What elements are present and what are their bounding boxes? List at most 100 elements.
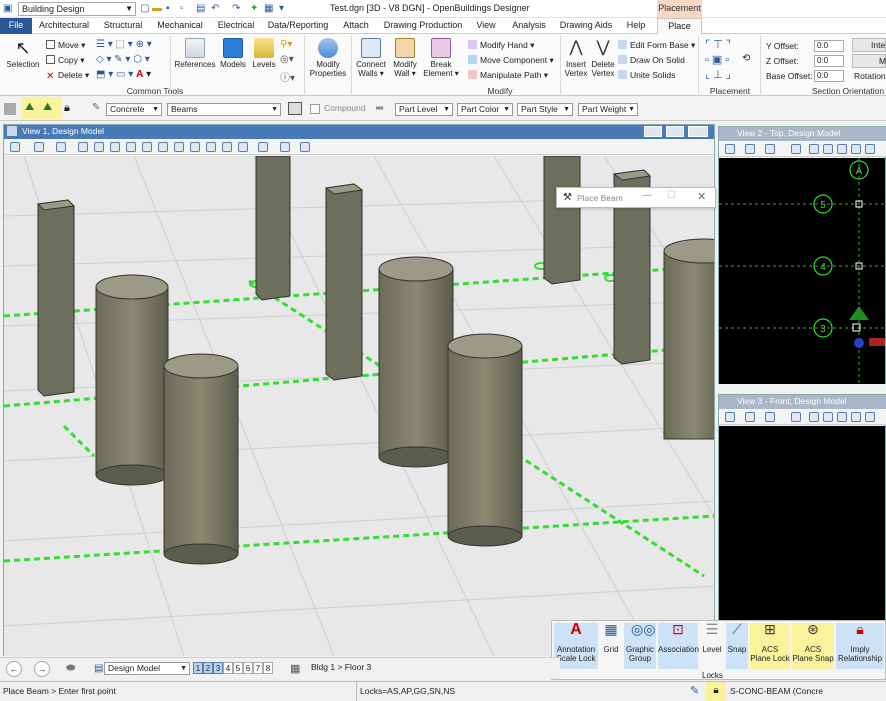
view3-canvas[interactable] — [719, 426, 885, 620]
element-tools-row1[interactable]: ☰ ▾ ⬚ ▾ ⊕ ▾ — [96, 39, 152, 50]
modify-wall-button[interactable]: Modify Wall ▾ — [390, 38, 420, 78]
tab-view[interactable]: View — [472, 18, 500, 34]
print-preview-icon[interactable]: ▫ — [180, 3, 184, 14]
update-view-icon[interactable] — [791, 144, 801, 154]
part-weight-dropdown[interactable]: Part Weight ▼ — [578, 103, 638, 116]
active-level[interactable]: S-CONC-BEAM (Concre — [730, 686, 823, 696]
fit-view-icon[interactable] — [851, 412, 861, 422]
redo-icon[interactable]: ↷ — [232, 3, 240, 14]
display-style-icon[interactable] — [34, 142, 44, 152]
grid-lock-button[interactable]: ▦ Grid — [600, 622, 622, 669]
view2-canvas[interactable]: A 5 4 3 — [719, 158, 885, 384]
z-offset-field[interactable]: 0:0 — [814, 55, 844, 67]
delete-button[interactable]: ✕ Delete ▾ — [46, 70, 89, 82]
manipulate-path-button[interactable]: Manipulate Path ▾ — [468, 70, 548, 81]
floor-selector[interactable]: Bldg 1 > Floor 3 — [308, 662, 438, 675]
print-icon[interactable]: ▦ — [264, 3, 273, 14]
copy-button[interactable]: Copy ▾ — [46, 55, 84, 66]
brightness-icon[interactable] — [765, 144, 775, 154]
connect-walls-button[interactable]: Connect Walls ▾ — [354, 38, 388, 78]
info-icon[interactable]: ⓘ▾ — [280, 69, 295, 84]
acs-plane-snap-button[interactable]: ⊛ ACS Plane Snap — [792, 622, 834, 669]
place-beam-dialog[interactable]: ⚒ Place Beam — ☐ ✕ — [556, 187, 716, 208]
clip-volume-icon[interactable] — [258, 142, 268, 152]
tab-electrical[interactable]: Electrical — [214, 18, 258, 34]
association-lock-button[interactable]: ⊡ Association — [658, 622, 699, 669]
fit-view-icon[interactable] — [851, 144, 861, 154]
compound-checkbox[interactable] — [310, 104, 320, 114]
annotation-scale-lock-button[interactable]: A Annotation Scale Lock — [554, 622, 598, 669]
acs-plane-lock-button[interactable]: ⊞ ACS Plane Lock — [750, 622, 790, 669]
tab-drawing-aids[interactable]: Drawing Aids — [558, 18, 614, 34]
view-button-8[interactable]: 8 — [263, 662, 273, 674]
view-next-icon[interactable] — [222, 142, 232, 152]
material-dropdown[interactable]: Concrete ▼ — [106, 103, 162, 116]
display-style-icon[interactable] — [745, 412, 755, 422]
dialog-minimize-button[interactable]: — — [642, 190, 652, 201]
zoom-in-icon[interactable] — [809, 144, 819, 154]
view-button-3[interactable]: 3 — [213, 662, 223, 674]
view-button-6[interactable]: 6 — [243, 662, 253, 674]
customize-icon[interactable]: ▾ — [279, 3, 284, 14]
tab-file[interactable]: File — [0, 18, 32, 34]
modify-hand-button[interactable]: Modify Hand ▾ — [468, 40, 534, 51]
brightness-icon[interactable] — [56, 142, 66, 152]
camera-icon[interactable] — [300, 142, 310, 152]
tab-place[interactable]: Place — [657, 18, 702, 34]
window-area-icon[interactable] — [837, 144, 847, 154]
minimize-button[interactable] — [644, 126, 662, 137]
pin-icon[interactable]: ✦ — [250, 3, 258, 14]
placement-justification-row2[interactable]: ▫▣▫ — [705, 53, 732, 66]
view-button-1[interactable]: 1 — [193, 662, 203, 674]
references-button[interactable]: References — [174, 38, 216, 69]
view-attributes-icon[interactable] — [725, 144, 735, 154]
save-icon[interactable]: ▪ — [166, 3, 170, 14]
model-dropdown[interactable]: Design Model ▼ — [104, 662, 190, 675]
delete-vertex-button[interactable]: ⋁ Delete Vertex — [590, 38, 616, 78]
update-view-icon[interactable] — [791, 412, 801, 422]
view-attributes-icon[interactable] — [725, 412, 735, 422]
zoom-out-icon[interactable] — [823, 144, 833, 154]
level-lock-button[interactable]: ☰ Level — [700, 622, 724, 669]
unite-solids-button[interactable]: Unite Solids — [618, 70, 675, 80]
edit-form-base-button[interactable]: Edit Form Base ▾ — [618, 40, 695, 51]
forward-button[interactable]: → — [34, 661, 50, 677]
placement-justification-row3[interactable]: ⌞⊥⌟ — [705, 68, 734, 81]
tab-structural[interactable]: Structural — [100, 18, 146, 34]
zoom-in-icon[interactable] — [809, 412, 819, 422]
close-button[interactable] — [688, 126, 708, 137]
copy-view-icon[interactable] — [238, 142, 248, 152]
view-button-2[interactable]: 2 — [203, 662, 213, 674]
place-mode-toggle[interactable]: ⛰ ⛰ — [22, 97, 62, 119]
lock-toggle-icon[interactable]: 🔒︎ — [706, 682, 726, 701]
family-dropdown[interactable]: Beams ▼ — [167, 103, 281, 116]
dialog-close-button[interactable]: ✕ — [697, 190, 706, 203]
break-element-button[interactable]: Break Element ▾ — [422, 38, 460, 78]
view-previous-icon[interactable] — [206, 142, 216, 152]
rotate-view-icon[interactable] — [158, 142, 168, 152]
tab-architectural[interactable]: Architectural — [36, 18, 92, 34]
tab-help[interactable]: Help — [622, 18, 650, 34]
clip-mask-icon[interactable] — [280, 142, 290, 152]
update-view-icon[interactable] — [78, 142, 88, 152]
fit-view-icon[interactable] — [142, 142, 152, 152]
part-icon[interactable] — [288, 102, 302, 115]
brightness-icon[interactable] — [765, 412, 775, 422]
window-area-icon[interactable] — [126, 142, 136, 152]
view-button-4[interactable]: 4 — [223, 662, 233, 674]
view-attributes-icon[interactable] — [10, 142, 20, 152]
tab-drawing-production[interactable]: Drawing Production — [382, 18, 464, 34]
zoom-out-icon[interactable] — [823, 412, 833, 422]
part-style-dropdown[interactable]: Part Style ▼ — [517, 103, 573, 116]
modify-properties-button[interactable]: Modify Properties — [308, 38, 348, 78]
rotation-label[interactable]: Rotation — [854, 71, 886, 81]
mirror-button[interactable]: M — [852, 54, 886, 68]
tab-analysis[interactable]: Analysis — [508, 18, 550, 34]
lock-icon[interactable]: 🔒︎ — [64, 102, 70, 115]
levels-button[interactable]: Levels — [250, 38, 278, 69]
maximize-button[interactable] — [666, 126, 684, 137]
interval-button[interactable]: Inte — [852, 38, 886, 52]
new-file-icon[interactable]: ▢ — [140, 3, 149, 14]
walk-icon[interactable] — [174, 142, 184, 152]
move-component-button[interactable]: Move Component ▾ — [468, 55, 554, 66]
